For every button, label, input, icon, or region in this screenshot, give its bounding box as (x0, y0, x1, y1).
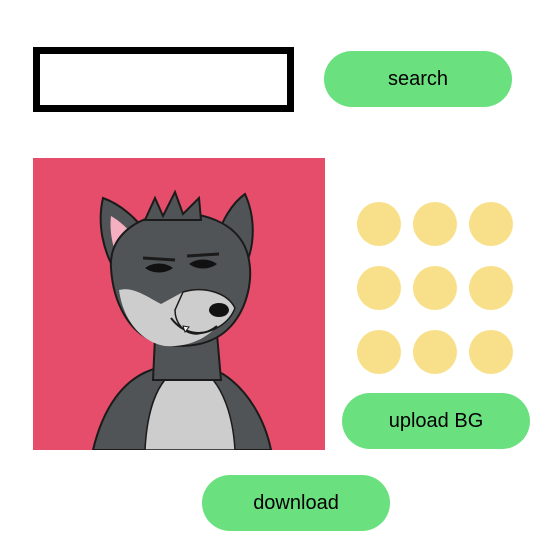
search-input[interactable] (33, 47, 294, 112)
background-swatch-6[interactable] (469, 266, 513, 310)
background-swatch-grid (357, 202, 515, 380)
app-root: search upload BG download (0, 0, 558, 559)
background-swatch-5[interactable] (413, 266, 457, 310)
background-swatch-9[interactable] (469, 330, 513, 374)
search-button[interactable]: search (324, 51, 512, 107)
background-swatch-4[interactable] (357, 266, 401, 310)
upload-bg-button[interactable]: upload BG (342, 393, 530, 449)
background-swatch-2[interactable] (413, 202, 457, 246)
avatar-preview (33, 158, 325, 450)
background-swatch-7[interactable] (357, 330, 401, 374)
wolf-avatar-image (33, 158, 325, 450)
download-button[interactable]: download (202, 475, 390, 531)
background-swatch-1[interactable] (357, 202, 401, 246)
background-swatch-8[interactable] (413, 330, 457, 374)
background-swatch-3[interactable] (469, 202, 513, 246)
